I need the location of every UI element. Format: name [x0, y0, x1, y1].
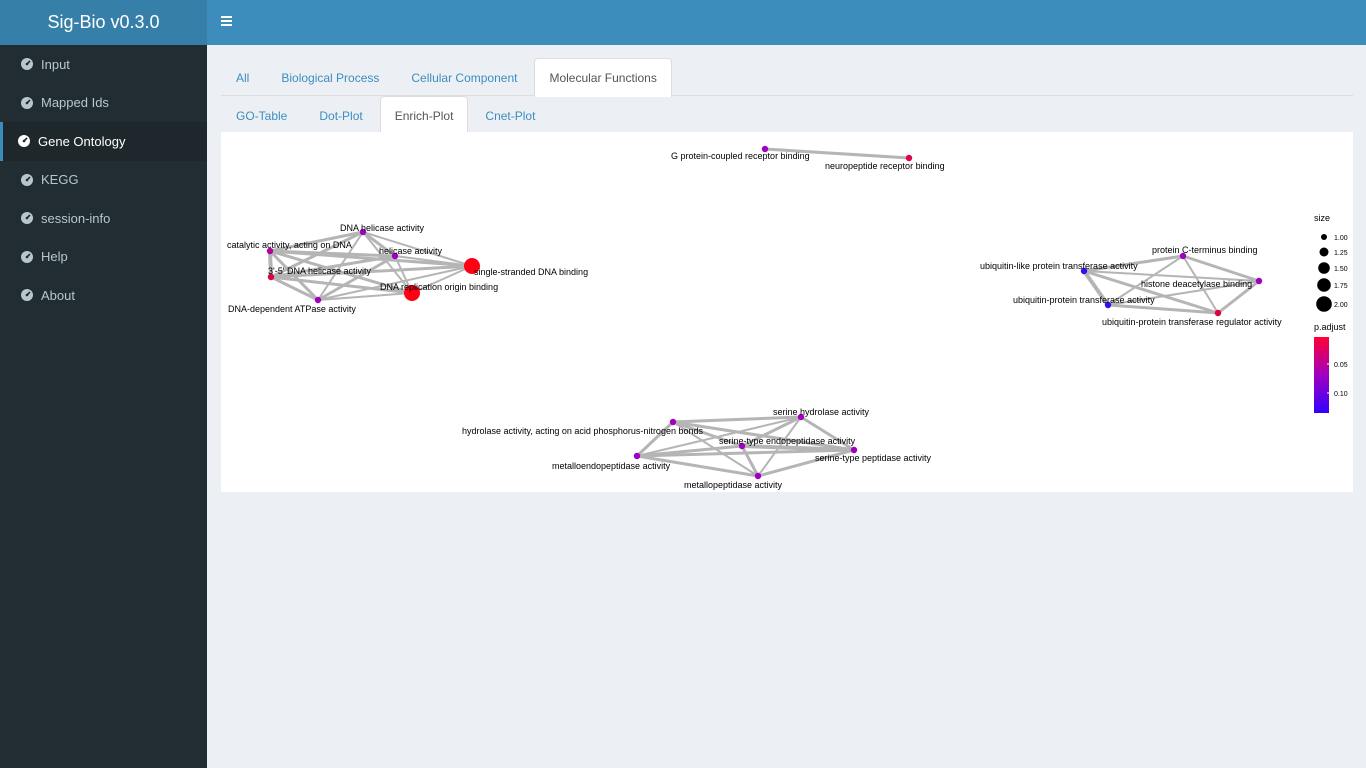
dashboard-icon: [21, 212, 33, 225]
tab-molecular-functions[interactable]: Molecular Functions: [534, 58, 672, 97]
node-label: 3'-5' DNA helicase activity: [268, 266, 371, 276]
node-label: neuropeptide receptor binding: [825, 161, 945, 171]
sidebar-item-label: Input: [41, 56, 70, 72]
node-label: ubiquitin-protein transferase activity: [1013, 295, 1155, 305]
node-label: serine-type peptidase activity: [815, 453, 932, 463]
dashboard-icon: [21, 250, 33, 263]
sidebar-item-session-info[interactable]: session-info: [0, 199, 207, 238]
sidebar-item-label: About: [41, 287, 75, 303]
tab-enrich-plot[interactable]: Enrich-Plot: [379, 96, 469, 135]
size-legend-label: 1.25: [1334, 250, 1348, 257]
plot-tabs: GO-Table Dot-Plot Enrich-Plot Cnet-Plot: [221, 96, 1353, 135]
tab-dot-plot[interactable]: Dot-Plot: [304, 96, 377, 134]
sidebar-item-gene-ontology[interactable]: Gene Ontology: [0, 122, 207, 161]
hamburger-icon[interactable]: [221, 14, 237, 30]
enrich-plot: G protein-coupled receptor binding neurop…: [221, 132, 1353, 492]
sidebar-item-label: Mapped Ids: [41, 95, 109, 111]
size-legend-label: 1.50: [1334, 266, 1348, 273]
node-label: ubiquitin-like protein transferase activ…: [980, 261, 1138, 271]
dashboard-icon: [21, 96, 33, 109]
size-legend-dot: [1319, 247, 1329, 257]
network-node: [633, 452, 641, 460]
sidebar-item-label: session-info: [41, 210, 111, 226]
color-legend-label: 0.10: [1334, 391, 1348, 398]
sidebar-item-kegg[interactable]: KEGG: [0, 161, 207, 200]
network-node: [314, 296, 322, 304]
plot-legend: size 1.00 1.25 1.50 1.75 2.00 p.adjust 0…: [1314, 213, 1348, 413]
top-navbar: [207, 0, 1366, 45]
size-legend-dot: [1318, 262, 1330, 274]
node-label: ubiquitin-protein transferase regulator …: [1102, 317, 1282, 327]
node-label: serine-type endopeptidase activity: [719, 436, 856, 446]
app-title: Sig-Bio v0.3.0: [47, 12, 160, 32]
sidebar-item-mapped-ids[interactable]: Mapped Ids: [0, 84, 207, 123]
main-content: All Biological Process Cellular Componen…: [207, 45, 1366, 768]
tab-all[interactable]: All: [221, 58, 264, 96]
network-node: [754, 472, 762, 480]
size-legend-dot: [1321, 234, 1327, 240]
node-label: single-stranded DNA binding: [474, 267, 588, 277]
color-legend-label: 0.05: [1334, 362, 1348, 369]
node-label: catalytic activity, acting on DNA: [227, 240, 352, 250]
size-legend-label: 2.00: [1334, 302, 1348, 309]
node-label: DNA helicase activity: [340, 223, 425, 233]
network-node: [669, 418, 677, 426]
dashboard-icon: [21, 289, 33, 302]
size-legend-title: size: [1314, 213, 1330, 223]
node-label: protein C-terminus binding: [1152, 245, 1258, 255]
enrich-network-svg: G protein-coupled receptor binding neurop…: [227, 145, 1348, 490]
node-label: helicase activity: [379, 246, 443, 256]
network-node: [1214, 309, 1222, 317]
sidebar: Input Mapped Ids Gene Ontology KEGG sess…: [0, 45, 207, 768]
dashboard-icon: [21, 173, 33, 186]
node-label: DNA replication origin binding: [380, 282, 498, 292]
tab-cnet-plot[interactable]: Cnet-Plot: [470, 96, 550, 134]
ontology-tabs: All Biological Process Cellular Componen…: [221, 58, 1353, 97]
tab-biological-process[interactable]: Biological Process: [266, 58, 394, 96]
node-label: histone deacetylase binding: [1141, 279, 1252, 289]
tab-go-table[interactable]: GO-Table: [221, 96, 302, 134]
dashboard-icon: [21, 58, 33, 71]
sidebar-item-about[interactable]: About: [0, 276, 207, 315]
app-logo[interactable]: Sig-Bio v0.3.0: [0, 0, 207, 45]
node-label: G protein-coupled receptor binding: [671, 151, 810, 161]
color-legend-bar: [1314, 337, 1329, 413]
network-node: [1255, 277, 1263, 285]
color-legend-title: p.adjust: [1314, 322, 1346, 332]
node-label: DNA-dependent ATPase activity: [228, 304, 356, 314]
dashboard-icon: [18, 135, 30, 148]
node-label: metallopeptidase activity: [684, 480, 783, 490]
sidebar-item-label: KEGG: [41, 172, 79, 188]
node-label: metalloendopeptidase activity: [552, 461, 671, 471]
node-label: hydrolase activity, acting on acid phosp…: [462, 426, 703, 436]
node-label: serine hydrolase activity: [773, 407, 870, 417]
size-legend-label: 1.00: [1334, 235, 1348, 242]
size-legend-dot: [1316, 296, 1332, 312]
sidebar-item-label: Gene Ontology: [38, 133, 126, 149]
sidebar-item-help[interactable]: Help: [0, 238, 207, 277]
sidebar-item-input[interactable]: Input: [0, 45, 207, 84]
tab-cellular-component[interactable]: Cellular Component: [396, 58, 532, 96]
size-legend-label: 1.75: [1334, 283, 1348, 290]
sidebar-item-label: Help: [41, 249, 68, 265]
size-legend-dot: [1317, 278, 1331, 292]
